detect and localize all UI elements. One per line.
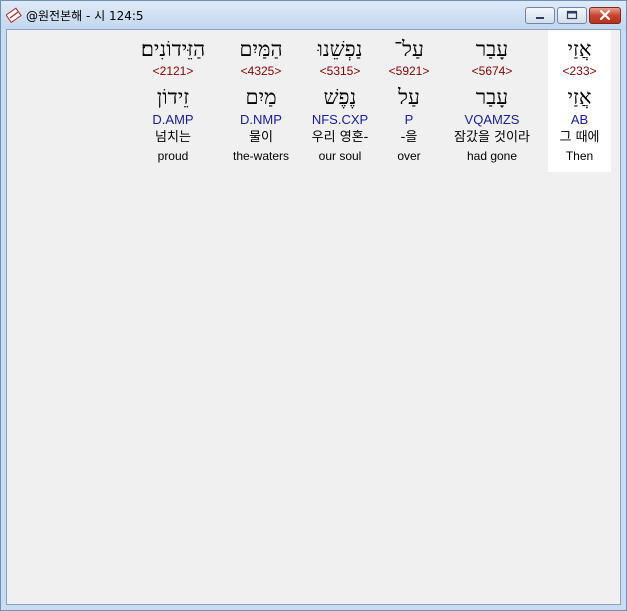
hebrew-word: נַפְשֵׁנוּ: [317, 37, 363, 61]
korean-gloss: 넘치는: [155, 130, 191, 145]
hebrew-word: עָבַר: [475, 37, 509, 61]
korean-gloss: -을: [400, 130, 418, 145]
word-column[interactable]: הַמַּיִם <4325> מַיִם D.NMP 물이 the-water…: [227, 30, 295, 172]
morphology-code: P: [404, 112, 414, 127]
close-icon: [599, 9, 611, 21]
morphology-code: D.NMP: [240, 112, 282, 127]
hebrew-word: אֲזַי: [567, 37, 592, 61]
hebrew-word: הַזֵּידוֹנִים׃: [140, 37, 206, 61]
minimize-icon: [536, 17, 544, 19]
english-gloss: over: [397, 149, 421, 163]
close-button[interactable]: [589, 7, 621, 24]
strong-number-link[interactable]: <5315>: [301, 64, 379, 78]
strong-number-link[interactable]: <233>: [548, 64, 611, 78]
morphology-code: VQAMZS: [464, 112, 520, 127]
english-gloss: had gone: [466, 149, 518, 163]
strong-number-link[interactable]: <5921>: [381, 64, 437, 78]
window-title: @원전본해 - 시 124:5: [26, 9, 144, 23]
hebrew-lemma: מַיִם: [245, 85, 277, 109]
word-column[interactable]: נַפְשֵׁנוּ <5315> נֶפֶשׁ NFS.CXP 우리 영혼- …: [301, 30, 379, 172]
hebrew-lemma: עַל: [398, 85, 420, 109]
hebrew-lemma: אֲזַי: [567, 85, 592, 109]
morphology-code: NFS.CXP: [311, 112, 369, 127]
word-column[interactable]: עָבַר <5674> עָבַר VQAMZS 잠갔을 것이라 had go…: [445, 30, 539, 172]
word-column[interactable]: אֲזַי <233> אֲזַי AB 그 때에 Then: [548, 30, 611, 172]
english-gloss: our soul: [318, 149, 362, 163]
korean-gloss: 그 때에: [559, 130, 600, 145]
english-gloss: the-waters: [232, 149, 290, 163]
title-bar[interactable]: @원전본해 - 시 124:5: [1, 1, 626, 29]
english-gloss: proud: [157, 149, 189, 163]
morphology-code: D.AMP: [152, 112, 194, 127]
maximize-icon: [566, 10, 578, 20]
minimize-button[interactable]: [525, 7, 555, 24]
korean-gloss: 잠갔을 것이라: [454, 130, 530, 145]
bible-app-icon[interactable]: [5, 7, 22, 24]
maximize-button[interactable]: [557, 7, 587, 24]
app-window: @원전본해 - 시 124:5 אֲזַי <233> אֲזַי AB 그 때…: [0, 0, 627, 611]
hebrew-word: עַל־: [394, 37, 424, 61]
word-column[interactable]: הַזֵּידוֹנִים׃ <2121> זֵידוֹן D.AMP 넘치는 …: [123, 30, 223, 172]
strong-number-link[interactable]: <2121>: [123, 64, 223, 78]
korean-gloss: 우리 영혼-: [311, 130, 369, 145]
word-column[interactable]: עַל־ <5921> עַל P -을 over: [381, 30, 437, 172]
english-gloss: Then: [565, 149, 594, 163]
hebrew-lemma: זֵידוֹן: [156, 85, 190, 109]
interlinear-panel: אֲזַי <233> אֲזַי AB 그 때에 Then עָבַר <56…: [6, 29, 621, 605]
morphology-code: AB: [570, 112, 589, 127]
strong-number-link[interactable]: <5674>: [445, 64, 539, 78]
korean-gloss: 물이: [249, 130, 273, 145]
hebrew-lemma: נֶפֶשׁ: [323, 85, 357, 109]
strong-number-link[interactable]: <4325>: [227, 64, 295, 78]
hebrew-word: הַמַּיִם: [239, 37, 283, 61]
hebrew-lemma: עָבַר: [475, 85, 509, 109]
